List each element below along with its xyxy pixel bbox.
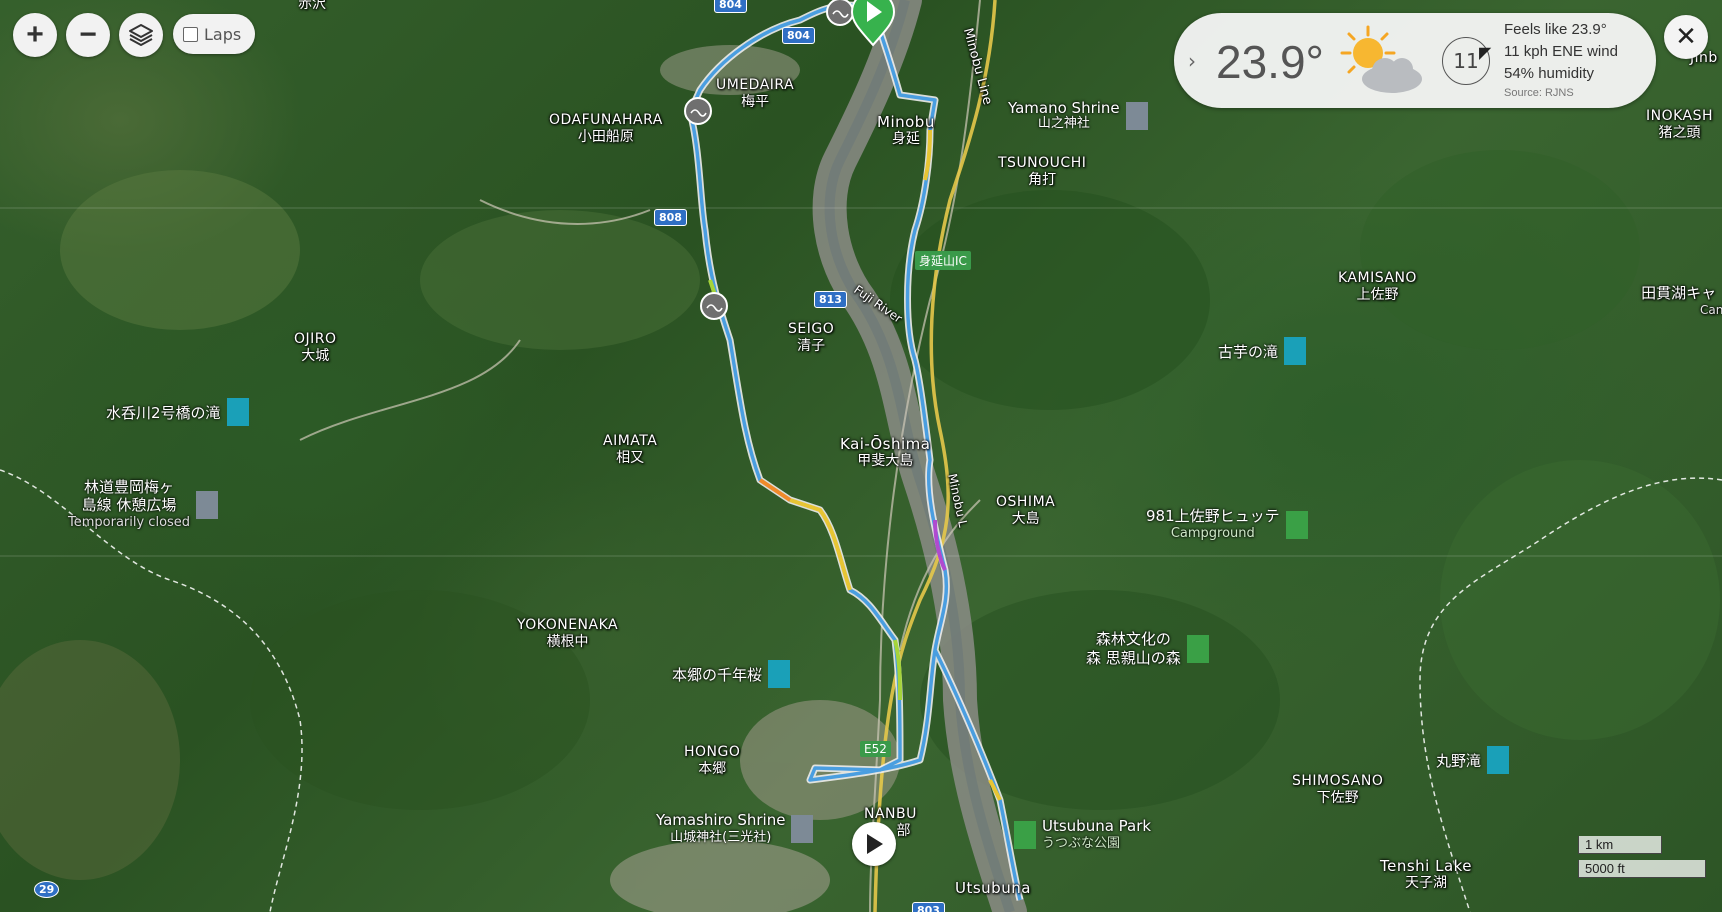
wind-text: 11 kph ENE wind	[1504, 43, 1618, 60]
playback-button[interactable]	[852, 822, 896, 866]
humidity-text: 54% humidity	[1504, 65, 1595, 82]
zoom-in-button[interactable]: +	[13, 13, 57, 57]
place-kai-oshima: Kai-Ōshima 甲斐大島	[840, 435, 931, 470]
place-ojiro: OJIRO 大城	[294, 331, 337, 364]
road-shield-804: 804	[782, 27, 815, 44]
poi-rindo-rest-area[interactable]: 林道豊岡梅ヶ 島線 休憩広場 Temporarily closed	[68, 478, 219, 532]
place-odafunahara: ODAFUNAHARA 小田船原	[549, 112, 663, 145]
feels-like: Feels like 23.9°	[1504, 21, 1607, 38]
scale-bar-metric: 1 km	[1578, 836, 1662, 854]
waterfall-icon	[1284, 337, 1307, 365]
shrine-icon	[791, 815, 814, 843]
poi-yamano-shrine[interactable]: Yamano Shrine 山之神社	[1008, 100, 1148, 132]
poi-hongo-sakura[interactable]: 本郷の千年桜	[672, 660, 791, 688]
layers-icon	[129, 24, 153, 46]
interchange-label: 身延山IC	[915, 251, 971, 270]
poi-shinrin-forest[interactable]: 森林文化の森 思親山の森	[1086, 630, 1209, 668]
road-shield-808: 808	[654, 209, 687, 226]
place-inokash: INOKASH 猪之頭	[1646, 108, 1714, 141]
weather-details: Feels like 23.9° 11 kph ENE wind 54% hum…	[1504, 19, 1618, 101]
place-utsubuna: Utsubuna	[955, 879, 1031, 897]
weather-widget[interactable]: › 23.9° 11 ◤ Feels like 23.9° 11 kph ENE…	[1174, 13, 1656, 108]
road-shield-803: 803	[912, 902, 945, 912]
road-shield-813: 813	[814, 291, 847, 308]
laps-checkbox[interactable]	[183, 26, 198, 42]
start-marker[interactable]	[850, 0, 896, 47]
play-icon	[867, 834, 883, 854]
chevron-right-icon[interactable]: ›	[1188, 49, 1196, 73]
poi-hutte-campground[interactable]: 981上佐野ヒュッテ Campground	[1146, 508, 1308, 542]
park-icon	[768, 660, 791, 688]
place-yokonenaka: YOKONENAKA 横根中	[517, 617, 619, 650]
zoom-out-button[interactable]: −	[66, 13, 110, 57]
poi-utsubuna-park[interactable]: Utsubuna Park うつぶな公園	[1014, 818, 1151, 852]
scale-bar-imperial: 5000 ft	[1578, 860, 1706, 878]
poi-maruno-falls[interactable]: 丸野滝	[1436, 746, 1510, 774]
forest-icon	[1186, 635, 1209, 663]
shrine-icon	[1125, 102, 1148, 130]
place-akasawa: 赤沢	[298, 0, 326, 12]
place-tsunouchi: TSUNOUCHI 角打	[998, 155, 1087, 188]
place-aimata: AIMATA 相又	[603, 433, 658, 466]
weather-source: Source: RJNS	[1504, 87, 1574, 99]
place-minobu: Minobu 身延	[877, 113, 935, 148]
place-umedaira: UMEDAIRA 梅平	[716, 77, 795, 110]
campground-icon	[1285, 511, 1308, 539]
laps-toggle[interactable]: Laps	[173, 14, 256, 54]
poi-yamashiro-shrine[interactable]: Yamashiro Shrine 山城神社(三光社)	[656, 812, 814, 846]
place-seigo: SEIGO 清子	[788, 321, 835, 354]
layers-button[interactable]	[119, 13, 163, 57]
place-kamisano: KAMISANO 上佐野	[1338, 270, 1417, 303]
satellite-map[interactable]: 赤沢 UMEDAIRA 梅平 ODAFUNAHARA 小田船原 Minobu 身延 T…	[0, 0, 1722, 912]
close-button[interactable]: ✕	[1664, 15, 1708, 59]
poi-mizukami-falls[interactable]: 水呑川2号橋の滝	[106, 398, 249, 426]
waterfall-icon	[226, 398, 249, 426]
road-shield-804-top: 804	[714, 0, 747, 13]
place-oshima: OSHIMA 大島	[996, 494, 1056, 527]
place-tenshi-lake: Tenshi Lake 天子湖	[1380, 857, 1473, 892]
laps-label: Laps	[204, 24, 242, 44]
temperature: 23.9°	[1216, 36, 1324, 88]
wind-direction-icon: ◤	[1479, 43, 1492, 62]
place-shimosano: SHIMOSANO 下佐野	[1292, 773, 1384, 806]
waterfall-icon	[1487, 746, 1510, 774]
park-icon	[1014, 821, 1036, 849]
road-shield-e52: E52	[860, 741, 891, 757]
rest-area-icon	[196, 491, 219, 519]
poi-furuimo-falls[interactable]: 古芋の滝	[1218, 337, 1307, 365]
partly-cloudy-icon	[1340, 25, 1422, 93]
place-tanuki: 田貫湖キャ Can	[1641, 284, 1722, 318]
place-hongo: HONGO 本郷	[684, 744, 741, 777]
